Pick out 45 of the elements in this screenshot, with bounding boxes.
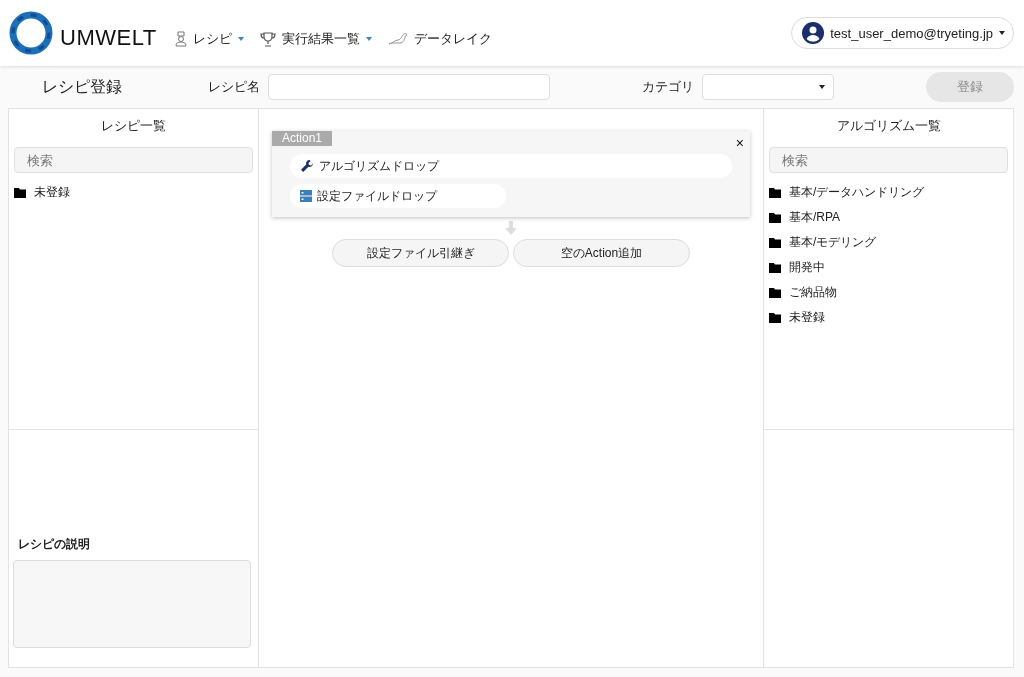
trophy-icon [259,31,276,47]
nav-menu-item[interactable]: レシピ [174,30,244,48]
folder-item[interactable]: 未登録 [769,308,1008,327]
search-field[interactable]: 検索 [14,147,253,173]
folder-item[interactable]: 開発中 [769,258,1008,277]
page-title: レシピ登録 [42,76,123,97]
folder-item[interactable]: 未登録 [14,183,253,202]
folder-icon [769,237,781,248]
folder-icon [769,212,781,223]
folder-icon [769,187,781,198]
drop-zone[interactable]: 設定ファイルドロップ [290,184,506,208]
caret-icon [819,85,825,89]
folder-icon [769,262,781,273]
folder-icon [769,312,781,323]
description-field[interactable] [13,560,251,648]
search-field[interactable]: 検索 [769,147,1008,173]
panel-title: レシピ一覧 [100,117,167,135]
folder-item[interactable]: 基本/データハンドリング [769,183,1008,202]
nav-menu-item[interactable]: 実行結果一覧 [259,30,372,48]
nav-menu-item[interactable]: データレイク [387,30,492,48]
down-arrow-icon [505,221,517,235]
field-label: レシピの説明 [18,536,91,553]
folder-icon [14,187,26,198]
drop-zone[interactable]: アルゴリズムドロップ [290,154,732,178]
folder-item[interactable]: 基本/モデリング [769,233,1008,252]
wrench-icon [300,159,314,173]
category-dropdown[interactable] [702,74,834,100]
logo-icon [8,10,54,56]
panel-title: アルゴリズム一覧 [835,117,942,135]
recipe-name-field[interactable] [268,74,550,100]
folder-icon [769,287,781,298]
action-label: Action1 [272,131,333,146]
folder-item[interactable]: 基本/RPA [769,208,1008,227]
user-menu-button[interactable]: test_user_demo@tryeting.jp [791,17,1014,49]
close-button[interactable]: × [733,135,746,151]
chef-icon [174,31,187,47]
field-label: レシピ名 [208,78,260,96]
action-button[interactable]: 設定ファイル引継ぎ [332,239,509,267]
action-button[interactable]: 空のAction追加 [513,239,690,267]
field-label: カテゴリ [642,78,694,96]
server-icon [300,190,312,202]
folder-item[interactable]: ご納品物 [769,283,1008,302]
logo-text: UMWELT [60,25,157,51]
caret-icon [999,31,1005,35]
user-avatar-icon [802,22,825,44]
